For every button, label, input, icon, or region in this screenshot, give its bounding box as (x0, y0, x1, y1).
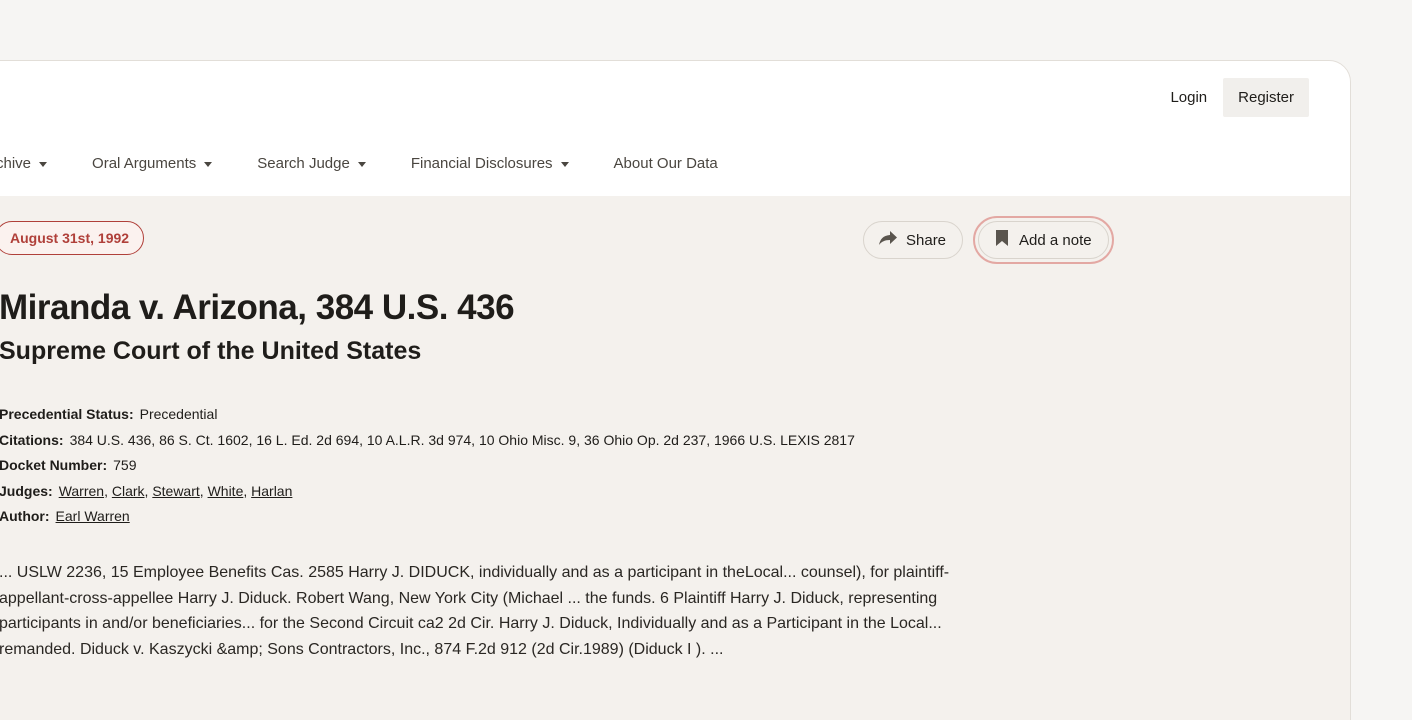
meta-label: Judges: (0, 482, 53, 499)
judge-link[interactable]: White (208, 483, 244, 499)
author-link[interactable]: Earl Warren (56, 508, 130, 524)
meta-label: Docket Number: (0, 457, 108, 473)
judge-link[interactable]: Stewart (152, 483, 199, 499)
page-title: Miranda v. Arizona, 384 U.S. 436 (0, 288, 515, 327)
chevron-down-icon (204, 161, 213, 167)
site-header: Login Register Archive Oral Arguments Se… (0, 61, 1350, 196)
nav-item-label: Financial Disclosures (410, 155, 553, 172)
judge-link[interactable]: Clark (112, 483, 145, 499)
meta-value: 384 U.S. 436, 86 S. Ct. 1602, 16 L. Ed. … (69, 431, 855, 448)
nav-item-label: Archive (0, 155, 32, 172)
meta-author-row: Author: Earl Warren (0, 504, 855, 530)
case-snippet: ... USLW 2236, 15 Employee Benefits Cas.… (0, 560, 1079, 662)
meta-value: 759 (113, 457, 137, 473)
meta-label: Author: (0, 508, 50, 524)
nav-item-financial-disclosures[interactable]: Financial Disclosures (411, 155, 569, 172)
share-arrow-icon (878, 230, 898, 250)
main-nav: Archive Oral Arguments Search Judge Fina… (0, 155, 718, 172)
meta-citations-row: Citations: 384 U.S. 436, 86 S. Ct. 1602, … (0, 428, 855, 454)
meta-judges-row: Judges: Warren, Clark, Stewart, White, Ha… (0, 482, 293, 499)
login-link[interactable]: Login (1162, 79, 1215, 116)
chevron-down-icon (357, 161, 366, 167)
judge-link[interactable]: Harlan (251, 483, 292, 499)
meta-value: Precedential (139, 406, 218, 422)
meta-label: Precedential Status: (0, 406, 134, 422)
nav-item-search-judge[interactable]: Search Judge (257, 155, 366, 172)
case-metadata: Precedential Status: Precedential Citatio… (0, 402, 855, 530)
browser-window: Login Register Archive Oral Arguments Se… (0, 60, 1351, 720)
date-badge: August 31st, 1992 (0, 221, 145, 255)
chevron-down-icon (560, 161, 569, 167)
auth-links: Login Register (1162, 78, 1309, 117)
share-label: Share (906, 231, 947, 249)
meta-status-row: Precedential Status: Precedential (0, 402, 855, 428)
court-name: Supreme Court of the United States (0, 337, 422, 365)
case-actions: Share Add a note (863, 216, 1114, 264)
add-note-label: Add a note (1019, 231, 1092, 249)
snippet-line: ... USLW 2236, 15 Employee Benefits Cas.… (0, 564, 950, 581)
add-note-focus-ring: Add a note (973, 216, 1114, 264)
meta-docket-row: Docket Number: 759 (0, 453, 855, 479)
add-note-button[interactable]: Add a note (978, 221, 1109, 259)
nav-item-label: Oral Arguments (92, 155, 197, 172)
judge-link[interactable]: Warren (59, 483, 104, 499)
nav-item-label: About Our Data (613, 155, 718, 172)
meta-label: Citations: (0, 431, 64, 448)
snippet-line: appellant-cross-appellee Harry J. Diduck… (0, 589, 938, 607)
nav-item-about-our-data[interactable]: About Our Data (614, 155, 718, 172)
nav-item-label: Search Judge (257, 155, 350, 172)
chevron-down-icon (39, 161, 48, 167)
snippet-line: participants in and/or beneficiaries... … (0, 615, 942, 632)
register-button[interactable]: Register (1223, 78, 1309, 117)
share-button[interactable]: Share (863, 221, 964, 259)
bookmark-icon (995, 229, 1009, 251)
nav-item-archive[interactable]: Archive (0, 155, 48, 172)
snippet-line: remanded. Diduck v. Kaszycki &amp; Sons … (0, 640, 724, 658)
nav-item-oral-arguments[interactable]: Oral Arguments (92, 155, 213, 172)
